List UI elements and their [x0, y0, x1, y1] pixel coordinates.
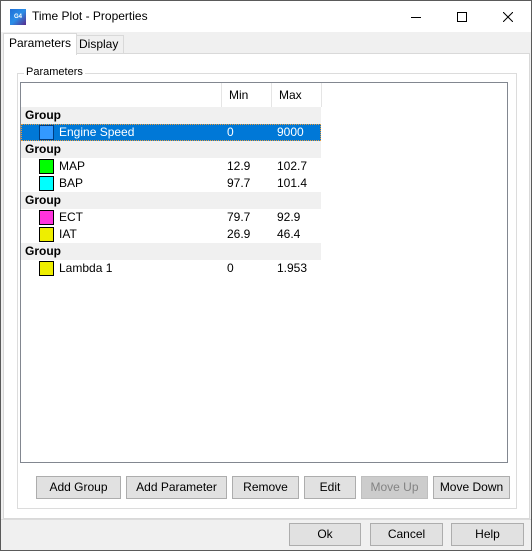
color-swatch — [39, 159, 54, 174]
parameter-name: IAT — [59, 227, 77, 241]
title-bar[interactable]: G4 Time Plot - Properties — [1, 1, 531, 32]
close-icon — [503, 11, 513, 22]
parameter-max: 9000 — [277, 125, 304, 139]
column-header-max[interactable]: Max — [272, 83, 322, 107]
group-row[interactable]: Group — [21, 192, 321, 209]
add-group-button[interactable]: Add Group — [36, 476, 121, 499]
cancel-button[interactable]: Cancel — [370, 523, 443, 546]
minimize-button[interactable] — [393, 1, 439, 32]
parameter-max: 101.4 — [277, 176, 308, 190]
parameter-max: 92.9 — [277, 210, 301, 224]
parameter-min: 0 — [227, 125, 234, 139]
parameter-row[interactable]: IAT 26.9 46.4 — [21, 226, 321, 243]
parameter-max: 1.953 — [277, 261, 308, 275]
remove-button[interactable]: Remove — [232, 476, 299, 499]
group-row[interactable]: Group — [21, 107, 321, 124]
group-label: Group — [25, 108, 61, 122]
parameter-min: 26.9 — [227, 227, 251, 241]
column-header-min[interactable]: Min — [222, 83, 272, 107]
help-button[interactable]: Help — [451, 523, 524, 546]
parameter-min: 12.9 — [227, 159, 251, 173]
parameter-row[interactable]: BAP 97.7 101.4 — [21, 175, 321, 192]
parameter-min: 0 — [227, 261, 234, 275]
parameter-min: 97.7 — [227, 176, 251, 190]
parameter-name: Engine Speed — [59, 125, 135, 139]
parameter-name: MAP — [59, 159, 86, 173]
group-label: Group — [25, 244, 61, 258]
parameter-row[interactable]: ECT 79.7 92.9 — [21, 209, 321, 226]
edit-button[interactable]: Edit — [304, 476, 356, 499]
color-swatch — [39, 261, 54, 276]
minimize-icon — [411, 16, 421, 18]
window-title: Time Plot - Properties — [32, 9, 148, 23]
list-header: Min Max — [21, 83, 322, 107]
tab-parameters[interactable]: Parameters — [3, 33, 78, 55]
footer-divider — [1, 519, 531, 520]
maximize-button[interactable] — [439, 1, 485, 32]
color-swatch — [39, 125, 54, 140]
color-swatch — [39, 176, 54, 191]
parameter-row[interactable]: MAP 12.9 102.7 — [21, 158, 321, 175]
parameter-name: Lambda 1 — [59, 261, 113, 275]
groupbox-label: Parameters — [24, 66, 85, 78]
group-label: Group — [25, 193, 61, 207]
maximize-icon — [457, 11, 467, 22]
tab-strip: Parameters Display — [1, 32, 531, 55]
tab-display[interactable]: Display — [73, 35, 125, 54]
parameter-row[interactable]: Lambda 1 0 1.953 — [21, 260, 321, 277]
properties-dialog: G4 Time Plot - Properties Parameters Dis… — [0, 0, 532, 551]
list-rows: Group Engine Speed 0 9000 Group MAP 12.9 102.7 B… — [21, 107, 321, 277]
parameter-max: 46.4 — [277, 227, 301, 241]
move-up-button[interactable]: Move Up — [361, 476, 428, 499]
parameters-groupbox: Parameters Min Max Group Engine Speed 0 900… — [17, 66, 517, 509]
group-label: Group — [25, 142, 61, 156]
color-swatch — [39, 210, 54, 225]
app-logo-icon: G4 — [10, 9, 26, 25]
parameter-name: ECT — [59, 210, 83, 224]
column-header-name[interactable] — [21, 83, 222, 107]
parameters-tab-page: Parameters Min Max Group Engine Speed 0 900… — [3, 53, 530, 519]
parameter-min: 79.7 — [227, 210, 251, 224]
parameter-row[interactable]: Engine Speed 0 9000 — [21, 124, 321, 141]
parameter-max: 102.7 — [277, 159, 308, 173]
group-row[interactable]: Group — [21, 243, 321, 260]
parameter-name: BAP — [59, 176, 84, 190]
ok-button[interactable]: Ok — [289, 523, 361, 546]
close-button[interactable] — [485, 1, 531, 32]
add-parameter-button[interactable]: Add Parameter — [126, 476, 227, 499]
parameters-list[interactable]: Min Max Group Engine Speed 0 9000 Group MAP 12… — [20, 82, 508, 463]
color-swatch — [39, 227, 54, 242]
group-row[interactable]: Group — [21, 141, 321, 158]
move-down-button[interactable]: Move Down — [433, 476, 510, 499]
